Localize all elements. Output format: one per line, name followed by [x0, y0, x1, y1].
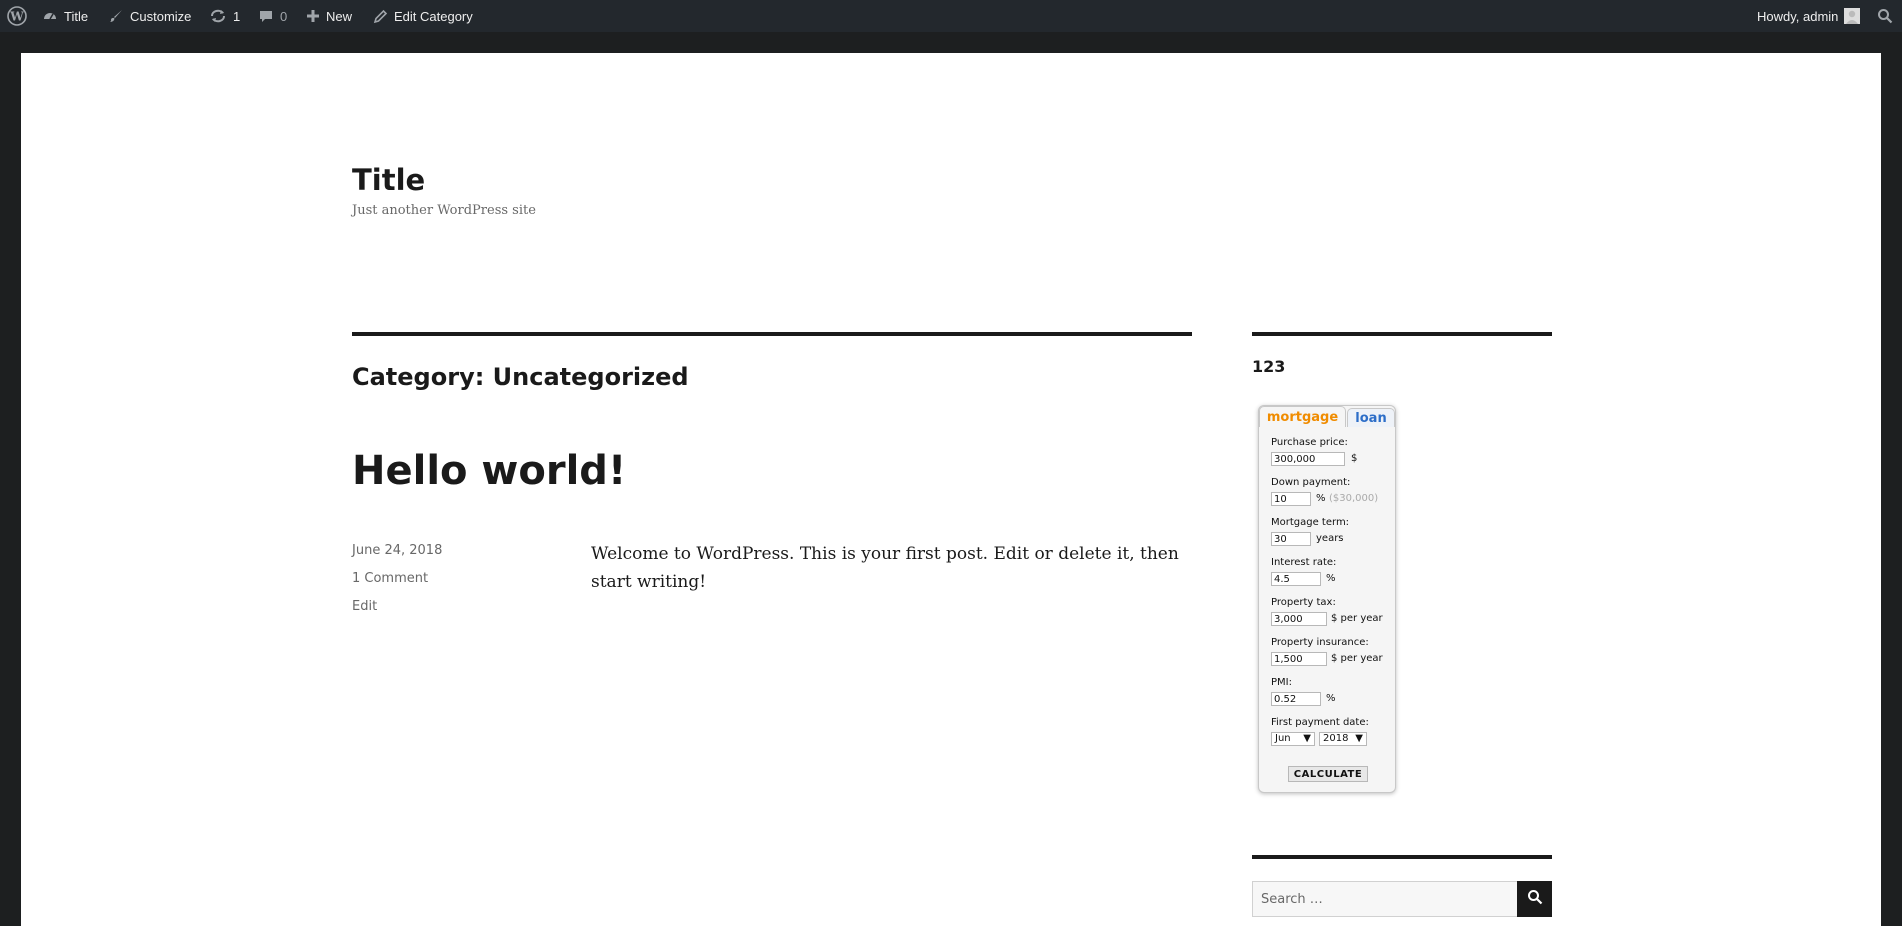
first-payment-year-select[interactable]: 2018 ▼ [1319, 732, 1367, 746]
tab-loan[interactable]: loan [1347, 408, 1395, 427]
edit-category-label: Edit Category [394, 8, 473, 24]
comments-count: 0 [280, 8, 288, 24]
updates-link[interactable]: 1 [209, 0, 240, 32]
down-payment-label: Down payment: [1271, 477, 1351, 488]
property-insurance-input[interactable]: 1,500 [1271, 652, 1327, 666]
comment-icon [258, 8, 274, 24]
wordpress-logo-icon[interactable]: W [7, 0, 27, 32]
updates-icon [209, 8, 227, 24]
svg-text:W: W [9, 10, 24, 24]
customize-label: Customize [130, 8, 192, 24]
post-title[interactable]: Hello world! [352, 448, 626, 494]
widget-title: 123 [1252, 357, 1286, 376]
dashboard-icon [42, 8, 58, 24]
down-payment-unit: % [1316, 493, 1326, 504]
my-account-menu[interactable]: Howdy, admin [1757, 0, 1861, 32]
customize-link[interactable]: Customize [108, 0, 191, 32]
tab-mortgage[interactable]: mortgage [1259, 406, 1346, 427]
search-icon [1527, 889, 1543, 909]
pmi-input[interactable]: 0.52 [1271, 692, 1321, 706]
property-tax-input[interactable]: 3,000 [1271, 612, 1327, 626]
property-insurance-unit: $ per year [1331, 653, 1383, 664]
archive-title: Category: Uncategorized [352, 363, 689, 391]
post-date[interactable]: June 24, 2018 [352, 543, 442, 558]
divider [1252, 332, 1552, 336]
mortgage-term-label: Mortgage term: [1271, 517, 1350, 528]
first-payment-month-select[interactable]: Jun ▼ [1271, 732, 1315, 746]
avatar [1844, 8, 1861, 24]
edit-category-link[interactable]: Edit Category [373, 0, 473, 32]
admin-bar: W Title Customize 1 0 New Edit Category … [0, 0, 1902, 32]
site-name-label: Title [64, 8, 89, 24]
mortgage-term-unit: years [1316, 533, 1344, 544]
divider [1252, 855, 1552, 859]
property-insurance-label: Property insurance: [1271, 637, 1369, 648]
purchase-price-unit: $ [1351, 453, 1358, 464]
search-submit-button[interactable] [1517, 881, 1552, 917]
interest-rate-label: Interest rate: [1271, 557, 1337, 568]
pencil-icon [373, 9, 388, 24]
pmi-label: PMI: [1271, 677, 1292, 688]
search-placeholder: Search … [1261, 891, 1323, 907]
mortgage-term-input[interactable]: 30 [1271, 532, 1311, 546]
chevron-down-icon: ▼ [1303, 733, 1311, 744]
howdy-label: Howdy, admin [1757, 8, 1839, 24]
property-tax-label: Property tax: [1271, 597, 1336, 608]
plus-icon [306, 9, 320, 23]
pmi-unit: % [1326, 693, 1336, 704]
property-tax-unit: $ per year [1331, 613, 1383, 624]
updates-count: 1 [233, 8, 241, 24]
site-tagline: Just another WordPress site [352, 203, 536, 218]
purchase-price-input[interactable]: 300,000 [1271, 452, 1345, 466]
interest-rate-unit: % [1326, 573, 1336, 584]
first-payment-year-value: 2018 [1323, 733, 1349, 744]
brush-icon [108, 8, 124, 24]
search-icon[interactable] [1877, 0, 1893, 32]
mortgage-calculator: mortgage loan Purchase price: 300,000 $ … [1258, 405, 1396, 793]
post-comments-link[interactable]: 1 Comment [352, 571, 428, 586]
interest-rate-input[interactable]: 4.5 [1271, 572, 1321, 586]
purchase-price-label: Purchase price: [1271, 437, 1348, 448]
down-payment-input[interactable]: 10 [1271, 492, 1311, 506]
site-name-menu[interactable]: Title [42, 0, 88, 32]
post-edit-link[interactable]: Edit [352, 599, 377, 614]
new-content-menu[interactable]: New [306, 0, 352, 32]
calculate-button[interactable]: CALCULATE [1288, 766, 1368, 782]
site-title[interactable]: Title [352, 163, 425, 197]
comments-link[interactable]: 0 [258, 0, 287, 32]
first-payment-month-value: Jun [1275, 733, 1291, 744]
down-payment-amount: ($30,000) [1329, 493, 1379, 504]
search-input[interactable]: Search … [1252, 881, 1518, 917]
new-label: New [326, 8, 353, 24]
page-content: Title Just another WordPress site Catego… [21, 53, 1881, 926]
chevron-down-icon: ▼ [1355, 733, 1363, 744]
divider [352, 332, 1192, 336]
first-payment-label: First payment date: [1271, 717, 1369, 728]
post-content: Welcome to WordPress. This is your first… [591, 544, 1179, 592]
